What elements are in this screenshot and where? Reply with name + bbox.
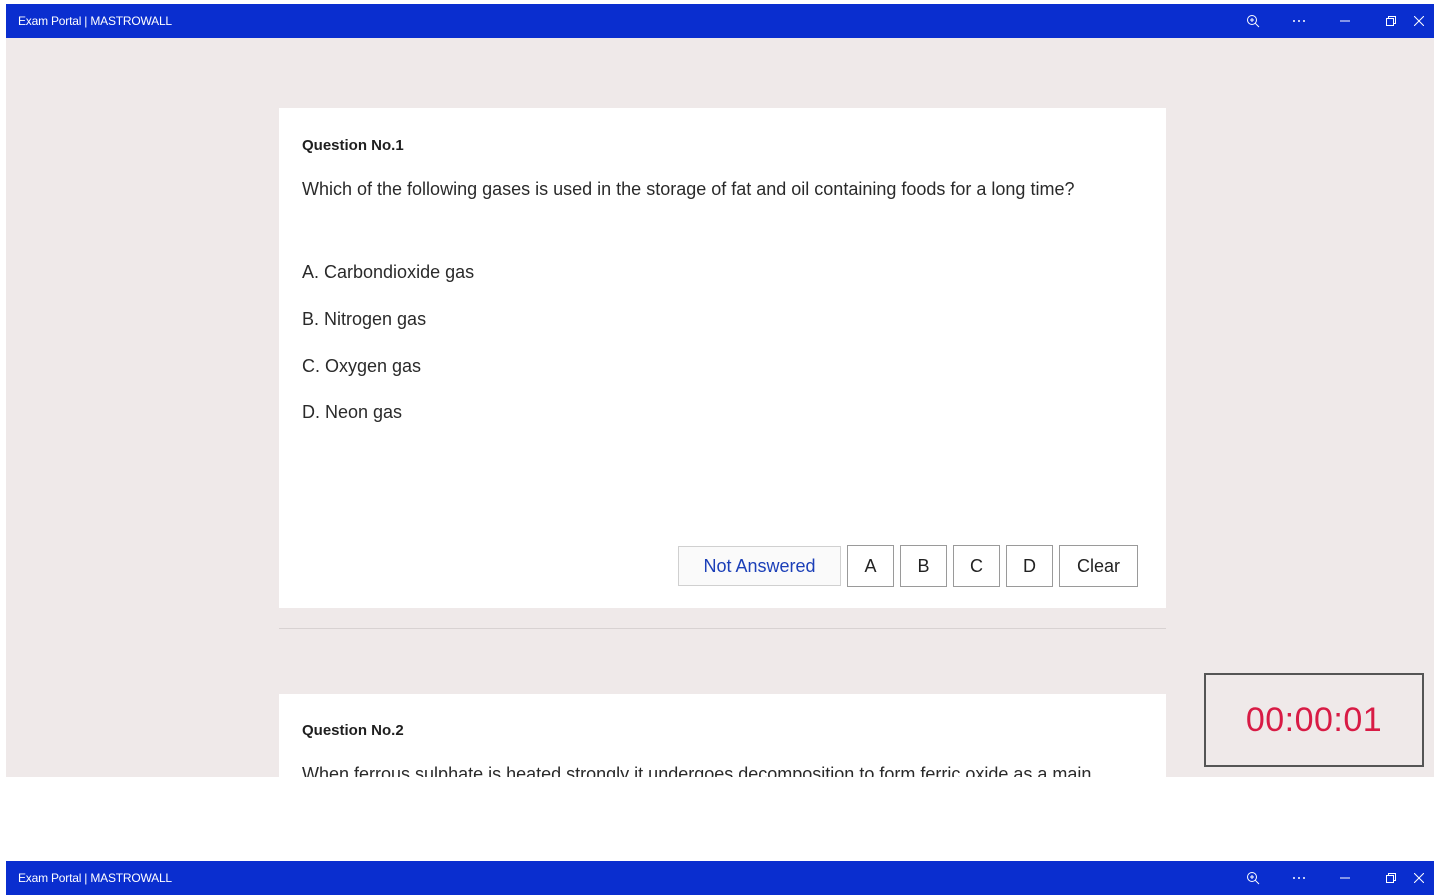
answer-button-d[interactable]: D [1006,545,1053,587]
close-icon[interactable] [1414,4,1434,38]
question-number: Question No.1 [302,137,404,154]
question-divider [279,628,1166,629]
window-title: Exam Portal | MASTROWALL [18,871,172,885]
option-d: D. Neon gas [302,402,403,422]
answer-button-b[interactable]: B [900,545,947,587]
answer-actions: Not Answered A B C D Clear [678,545,1138,587]
question-card: Question No.2 When ferrous sulphate is h… [279,694,1166,777]
option-c: C. Oxygen gas [302,356,422,376]
option-b: B. Nitrogen gas [302,309,427,329]
question-card: Question No.1 Which of the following gas… [279,108,1166,608]
answer-button-c[interactable]: C [953,545,1000,587]
answer-status-badge: Not Answered [678,546,841,586]
title-bar: Exam Portal | MASTROWALL [6,4,1434,38]
window-title: Exam Portal | MASTROWALL [18,14,172,28]
clear-button[interactable]: Clear [1059,545,1138,587]
minimize-icon[interactable] [1322,4,1368,38]
question-number: Question No.2 [302,722,404,739]
zoom-icon[interactable] [1230,4,1276,38]
exam-content[interactable]: Question No.1 Which of the following gas… [6,38,1434,777]
answer-button-a[interactable]: A [847,545,894,587]
option-a: A. Carbondioxide gas [302,262,475,282]
question-text: When ferrous sulphate is heated strongly… [302,764,1092,777]
restore-icon[interactable] [1368,4,1414,38]
more-icon[interactable] [1276,4,1322,38]
window-controls [1230,4,1434,38]
exam-timer: 00:00:01 [1204,673,1424,767]
question-text: Which of the following gases is used in … [302,179,1075,199]
